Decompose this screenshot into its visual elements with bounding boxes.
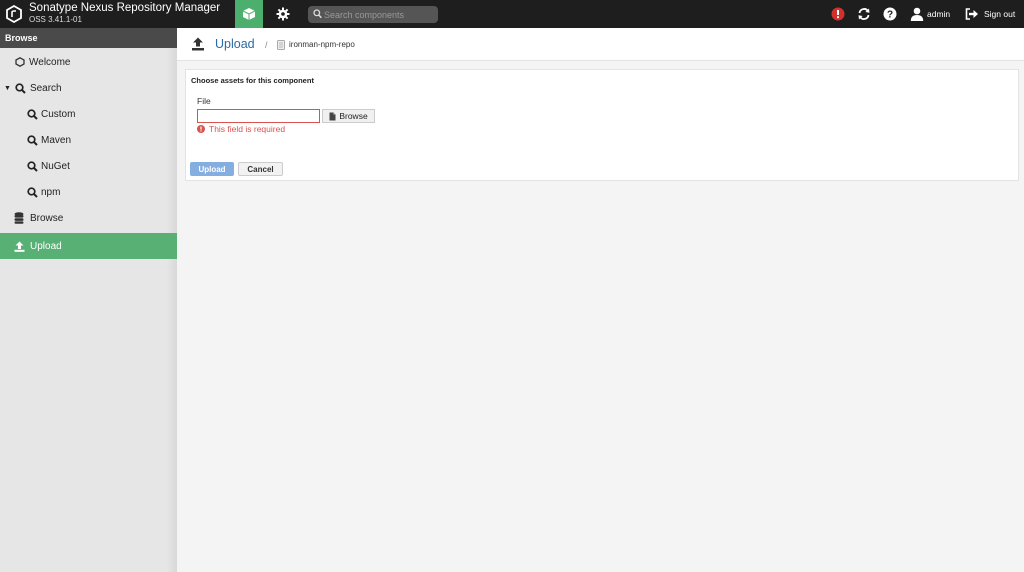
database-icon — [13, 212, 25, 224]
error-icon — [197, 125, 205, 133]
sidebar-item-search[interactable]: ▼ Search — [0, 75, 177, 101]
help-icon[interactable]: ? — [882, 6, 898, 22]
caret-down-icon: ▼ — [4, 84, 11, 92]
cube-icon — [242, 8, 256, 20]
sidebar-item-upload[interactable]: Upload — [0, 233, 177, 259]
sign-out-link[interactable]: Sign out — [965, 6, 1015, 22]
sidebar-item-browse[interactable]: Browse — [0, 205, 177, 231]
sidebar-item-nuget[interactable]: NuGet — [0, 153, 177, 179]
sidebar-item-welcome[interactable]: Welcome — [0, 49, 177, 75]
search-icon — [26, 160, 38, 172]
system-alert-icon[interactable] — [830, 6, 846, 22]
sidebar: Browse Welcome ▼ Search Custom Maven NuG… — [0, 28, 177, 572]
browse-button-label: Browse — [339, 111, 368, 121]
error-message: This field is required — [209, 124, 286, 134]
browse-mode-button[interactable] — [235, 0, 263, 28]
top-header: Sonatype Nexus Repository Manager OSS 3.… — [0, 0, 1024, 28]
sidebar-item-label: Welcome — [29, 56, 71, 68]
sign-out-label: Sign out — [984, 9, 1016, 19]
user-name[interactable]: admin — [927, 9, 950, 19]
search-icon — [26, 134, 38, 146]
sidebar-item-label: Upload — [30, 240, 62, 252]
sidebar-item-label: NuGet — [41, 160, 70, 172]
sidebar-item-label: npm — [41, 186, 61, 198]
svg-text:?: ? — [887, 10, 893, 21]
user-icon[interactable] — [909, 6, 925, 22]
breadcrumb-separator: / — [265, 40, 268, 50]
sidebar-item-label: Maven — [41, 134, 72, 146]
upload-icon — [13, 240, 25, 252]
search-icon — [313, 9, 322, 19]
sidebar-item-label: Custom — [41, 108, 76, 120]
breadcrumb-repository: ironman-npm-repo — [289, 40, 355, 49]
gear-icon — [276, 7, 290, 21]
sidebar-item-npm[interactable]: npm — [0, 179, 177, 205]
hexagon-icon — [14, 56, 26, 68]
browse-button[interactable]: Browse — [322, 109, 375, 123]
search-components-box[interactable] — [308, 6, 438, 23]
sidebar-item-label: Browse — [30, 212, 64, 224]
nexus-logo-icon — [6, 5, 22, 23]
upload-form-panel: Choose assets for this component File Br… — [185, 69, 1019, 181]
admin-mode-button[interactable] — [269, 0, 297, 28]
sidebar-item-custom[interactable]: Custom — [0, 101, 177, 127]
cancel-button[interactable]: Cancel — [238, 162, 283, 176]
page-title-link[interactable]: Upload — [215, 37, 255, 51]
app-version: OSS 3.41.1-01 — [29, 15, 82, 24]
search-icon — [26, 108, 38, 120]
sidebar-item-label: Search — [29, 82, 62, 94]
search-icon — [15, 82, 27, 94]
file-field-error: This field is required — [197, 124, 285, 134]
refresh-icon[interactable] — [856, 6, 872, 22]
upload-icon — [192, 37, 204, 51]
app-title: Sonatype Nexus Repository Manager — [29, 2, 221, 14]
page-breadcrumb-bar: Upload / ironman-npm-repo — [177, 28, 1024, 61]
repository-icon — [277, 40, 285, 50]
file-field-label: File — [197, 96, 211, 106]
search-components-input[interactable] — [324, 6, 434, 23]
sidebar-header: Browse — [0, 28, 177, 48]
upload-button[interactable]: Upload — [190, 162, 234, 176]
sign-out-icon — [965, 8, 978, 20]
search-icon — [26, 186, 38, 198]
sidebar-item-maven[interactable]: Maven — [0, 127, 177, 153]
file-field[interactable] — [197, 109, 320, 123]
form-title: Choose assets for this component — [191, 76, 314, 85]
file-icon — [329, 112, 336, 120]
